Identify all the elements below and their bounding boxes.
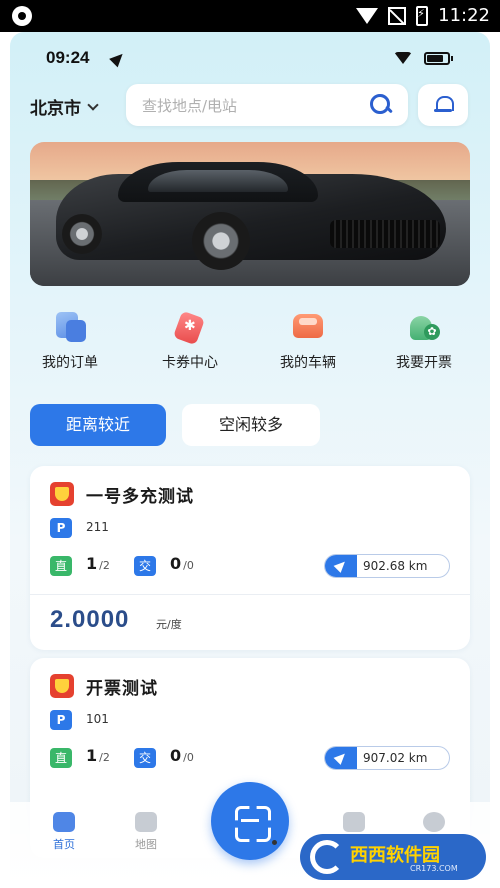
- navigate-distance-button[interactable]: 902.68 km: [324, 554, 450, 578]
- quick-actions: 我的订单 卡券中心 我的车辆 我要开票: [10, 310, 490, 380]
- location-arrow-icon: [109, 49, 127, 68]
- notification-button[interactable]: [418, 84, 468, 126]
- station-name: 开票测试: [86, 679, 158, 699]
- tab-map[interactable]: 地图: [116, 812, 176, 852]
- quick-action-vehicles[interactable]: 我的车辆: [258, 310, 358, 372]
- promo-banner[interactable]: [30, 142, 470, 286]
- scan-button[interactable]: [211, 782, 289, 860]
- city-label: 北京市: [30, 99, 81, 119]
- battery-icon: [424, 52, 453, 65]
- distance-label: 907.02 km: [363, 751, 428, 765]
- app-logo-icon: [12, 6, 32, 26]
- bell-icon: [434, 94, 454, 114]
- ac-charger-count: 0/0: [170, 554, 194, 573]
- ac-charger-badge: 交: [134, 748, 156, 768]
- search-icon[interactable]: [370, 94, 392, 116]
- dc-charger-badge: 直: [50, 556, 72, 576]
- system-time: 11:22: [438, 5, 490, 26]
- chevron-down-icon: [87, 98, 99, 111]
- parking-info: 211: [86, 520, 109, 534]
- quick-action-coupons[interactable]: 卡券中心: [140, 310, 240, 372]
- quick-action-orders[interactable]: 我的订单: [20, 310, 120, 372]
- app-screen: 09:24 北京市 查找地点/电站 我的订单 卡券中心: [10, 32, 490, 888]
- search-input[interactable]: 查找地点/电站: [126, 84, 408, 126]
- dc-charger-count: 1/2: [86, 554, 110, 573]
- divider: [30, 594, 470, 595]
- station-brand-icon: [50, 482, 74, 506]
- search-placeholder: 查找地点/电站: [142, 97, 238, 115]
- ac-charger-count: 0/0: [170, 746, 194, 765]
- distance-label: 902.68 km: [363, 559, 428, 573]
- city-selector[interactable]: 北京市: [30, 94, 99, 119]
- ac-charger-badge: 交: [134, 556, 156, 576]
- watermark-logo-icon: [310, 840, 344, 874]
- tab-home[interactable]: 首页: [34, 812, 94, 852]
- wifi-icon: [356, 7, 379, 24]
- navigate-distance-button[interactable]: 907.02 km: [324, 746, 450, 770]
- parking-info: 101: [86, 712, 109, 726]
- coupon-icon: [172, 310, 208, 344]
- watermark: 西西软件园 CR173.COM: [300, 834, 486, 880]
- page-indicator-dot: [272, 840, 277, 845]
- navigation-arrow-icon: [325, 555, 357, 577]
- map-icon: [135, 812, 157, 832]
- home-icon: [53, 812, 75, 832]
- ios-status-bar: 09:24: [10, 32, 490, 84]
- station-brand-icon: [50, 674, 74, 698]
- station-card[interactable]: 一号多充测试 P 211 直 1/2 交 0/0 902.68 km 2.000…: [30, 466, 470, 650]
- price-unit: 元/度: [156, 618, 182, 631]
- filter-most-available-button[interactable]: 空闲较多: [182, 404, 320, 446]
- dc-charger-badge: 直: [50, 748, 72, 768]
- parking-icon: P: [50, 710, 72, 730]
- no-signal-icon: [388, 6, 407, 25]
- station-name: 一号多充测试: [86, 487, 194, 507]
- invoice-icon: [406, 310, 442, 344]
- user-icon: [423, 812, 445, 832]
- parking-icon: P: [50, 518, 72, 538]
- wifi-icon: [394, 52, 412, 64]
- battery-charging-icon: [416, 5, 429, 26]
- navigation-arrow-icon: [325, 747, 357, 769]
- price-value: 2.0000: [50, 606, 130, 633]
- orders-icon: [52, 310, 88, 344]
- scan-icon: [235, 806, 265, 836]
- quick-action-invoice[interactable]: 我要开票: [374, 310, 474, 372]
- orders-tab-icon: [343, 812, 365, 832]
- filter-nearest-button[interactable]: 距离较近: [30, 404, 166, 446]
- car-icon: [290, 310, 326, 344]
- system-status-bar: 11:22: [0, 0, 500, 32]
- ios-time: 09:24: [46, 48, 90, 67]
- dc-charger-count: 1/2: [86, 746, 110, 765]
